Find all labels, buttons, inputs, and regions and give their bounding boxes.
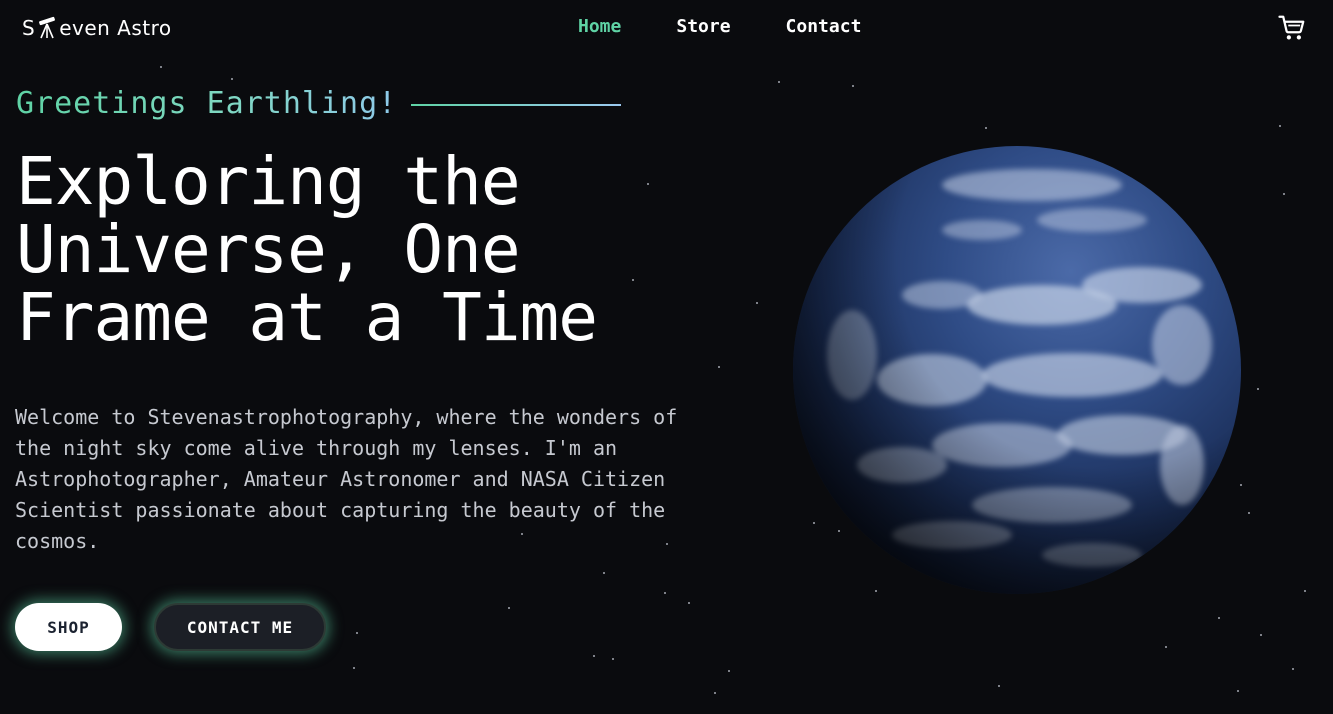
star: [985, 127, 987, 129]
hero-headline: Exploring the Universe, One Frame at a T…: [16, 148, 716, 352]
star: [998, 685, 1000, 687]
star: [1292, 668, 1294, 670]
star: [728, 670, 730, 672]
logo-text-end: even Astro: [59, 16, 172, 40]
star: [612, 658, 614, 660]
star: [1260, 634, 1262, 636]
star: [1237, 690, 1239, 692]
page: S even Astro Home Store Contact Greeting…: [0, 0, 1333, 714]
star: [756, 302, 758, 304]
headline-line-2: Universe, One: [16, 211, 521, 288]
headline-line-3: Frame at a Time: [16, 279, 598, 356]
star: [593, 655, 595, 657]
contact-me-button[interactable]: CONTACT ME: [154, 603, 326, 651]
star: [1279, 125, 1281, 127]
earth-globe-image: [793, 146, 1241, 594]
star: [778, 81, 780, 83]
star: [353, 667, 355, 669]
nav-store[interactable]: Store: [676, 16, 730, 37]
nav-home[interactable]: Home: [578, 16, 621, 37]
star: [1248, 512, 1250, 514]
main-nav: Home Store Contact: [578, 16, 861, 37]
logo-text-start: S: [22, 16, 36, 40]
star: [1165, 646, 1167, 648]
star: [160, 66, 162, 68]
greeting-row: Greetings Earthling!: [16, 86, 622, 121]
nav-contact[interactable]: Contact: [786, 16, 862, 37]
star: [231, 78, 233, 80]
shop-button[interactable]: SHOP: [15, 603, 122, 651]
telescope-icon: [39, 16, 56, 39]
star: [718, 366, 720, 368]
site-logo[interactable]: S even Astro: [22, 16, 172, 40]
hero-intro: Welcome to Stevenastrophotography, where…: [15, 405, 678, 553]
shopping-cart-icon[interactable]: [1277, 13, 1307, 43]
star: [1257, 388, 1259, 390]
greeting-divider: [411, 103, 622, 106]
star: [508, 607, 510, 609]
star: [603, 572, 605, 574]
star: [664, 592, 666, 594]
star: [714, 692, 716, 694]
star: [1283, 193, 1285, 195]
star: [1304, 590, 1306, 592]
greeting-text: Greetings Earthling!: [16, 86, 398, 121]
star: [356, 632, 358, 634]
star: [852, 85, 854, 87]
star: [688, 602, 690, 604]
star: [1218, 617, 1220, 619]
headline-line-1: Exploring the: [16, 143, 521, 220]
